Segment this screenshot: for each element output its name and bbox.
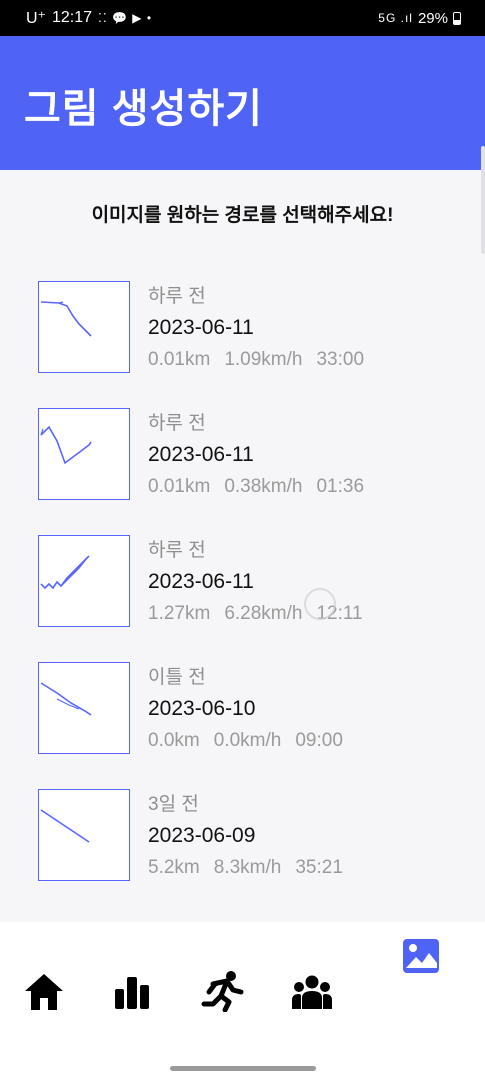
carrier-label: U⁺ xyxy=(26,10,46,27)
route-list: 하루 전 2023-06-11 0.01km 1.09km/h 33:00 하루 전… xyxy=(38,281,458,916)
route-thumbnail[interactable] xyxy=(38,662,130,754)
route-date: 2023-06-11 xyxy=(148,570,254,593)
route-date: 2023-06-10 xyxy=(148,697,256,720)
route-distance: 5.2km xyxy=(148,857,200,878)
route-distance: 0.0km xyxy=(148,730,200,751)
route-stats: 1.27km 6.28km/h 12:11 xyxy=(148,598,448,630)
status-bar: U⁺ 12:17 ⁚⁚ 💬 ▶ • 5G .ıl 29% xyxy=(0,0,485,36)
route-date: 2023-06-11 xyxy=(148,316,254,339)
route-duration: 35:21 xyxy=(295,857,343,878)
group-icon xyxy=(292,975,332,1009)
route-duration: 33:00 xyxy=(316,349,365,370)
route-item[interactable]: 이틀 전 2023-06-10 0.0km 0.0km/h 09:00 xyxy=(38,662,458,789)
route-distance: 1.27km xyxy=(148,603,211,624)
route-distance: 0.01km xyxy=(148,476,211,497)
route-speed: 1.09km/h xyxy=(224,349,303,370)
bottom-navigation xyxy=(0,922,485,1074)
clock: 12:17 xyxy=(52,9,93,26)
route-duration: 09:00 xyxy=(295,730,343,751)
gesture-bar xyxy=(170,1066,316,1071)
notification-icons: ⁚⁚ 💬 ▶ • xyxy=(98,11,153,25)
route-stats: 0.0km 0.0km/h 09:00 xyxy=(148,725,448,757)
route-relative-date: 하루 전 xyxy=(148,413,206,434)
nav-image-button[interactable] xyxy=(399,934,443,978)
route-path-icon xyxy=(40,425,92,465)
route-speed: 8.3km/h xyxy=(213,857,282,878)
route-thumbnail[interactable] xyxy=(38,535,130,627)
image-icon xyxy=(403,939,439,973)
route-distance: 0.01km xyxy=(148,349,211,370)
battery-percent: 29% xyxy=(417,9,448,27)
route-path-icon xyxy=(40,555,90,590)
route-thumbnail[interactable] xyxy=(38,408,130,500)
nav-stats-button[interactable] xyxy=(108,968,156,1016)
route-item[interactable]: 하루 전 2023-06-11 1.27km 6.28km/h 12:11 xyxy=(38,535,458,662)
route-stats: 5.2km 8.3km/h 35:21 xyxy=(148,852,448,884)
nav-community-button[interactable] xyxy=(288,968,336,1016)
route-path-icon xyxy=(40,301,92,337)
route-speed: 0.0km/h xyxy=(213,730,282,751)
page-title: 그림 생성하기 xyxy=(24,87,263,131)
route-date: 2023-06-09 xyxy=(148,824,256,847)
route-path-icon xyxy=(40,682,92,716)
route-relative-date: 하루 전 xyxy=(148,286,206,307)
route-relative-date: 하루 전 xyxy=(148,540,206,561)
route-stats: 0.01km 0.38km/h 01:36 xyxy=(148,471,448,503)
route-speed: 0.38km/h xyxy=(224,476,303,497)
app-bar: 그림 생성하기 xyxy=(0,36,485,170)
route-thumbnail[interactable] xyxy=(38,789,130,881)
running-icon xyxy=(201,971,244,1012)
nav-run-button[interactable] xyxy=(198,966,248,1016)
bar-chart-icon xyxy=(115,977,149,1009)
route-item[interactable]: 3일 전 2023-06-09 5.2km 8.3km/h 35:21 xyxy=(38,789,458,916)
loading-spinner xyxy=(304,588,336,620)
route-item[interactable]: 하루 전 2023-06-11 0.01km 1.09km/h 33:00 xyxy=(38,281,458,408)
route-relative-date: 3일 전 xyxy=(148,794,199,815)
route-duration: 01:36 xyxy=(316,476,365,497)
route-relative-date: 이틀 전 xyxy=(148,667,206,688)
route-date: 2023-06-11 xyxy=(148,443,254,466)
nav-home-button[interactable] xyxy=(20,968,68,1016)
home-icon xyxy=(25,974,63,1010)
signal-icon: 5G .ıl xyxy=(378,11,413,25)
route-speed: 6.28km/h xyxy=(224,603,303,624)
battery-icon xyxy=(453,11,461,25)
route-path-icon xyxy=(40,809,90,843)
route-thumbnail[interactable] xyxy=(38,281,130,373)
route-stats: 0.01km 1.09km/h 33:00 xyxy=(148,344,448,376)
instruction-text: 이미지를 원하는 경로를 선택해주세요! xyxy=(91,205,394,226)
route-item[interactable]: 하루 전 2023-06-11 0.01km 0.38km/h 01:36 xyxy=(38,408,458,535)
